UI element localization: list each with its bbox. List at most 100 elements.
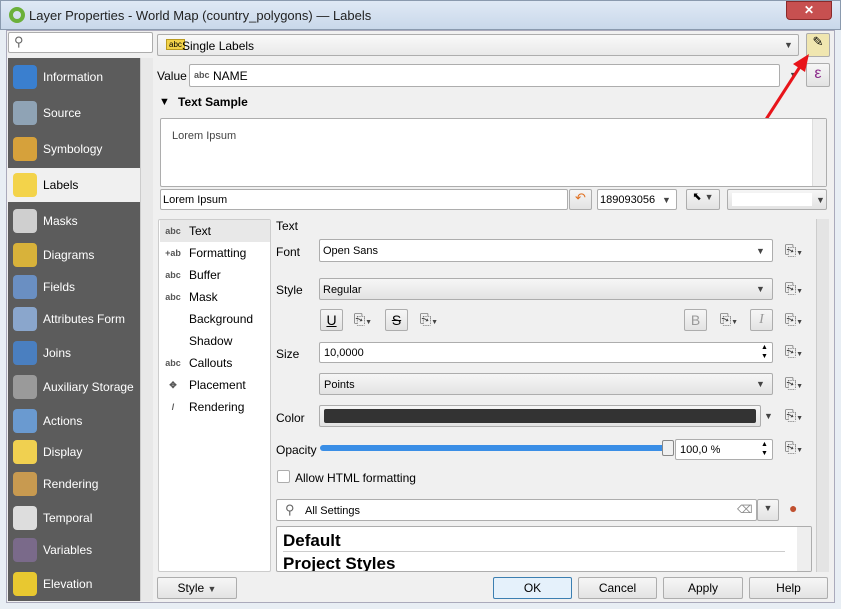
opacity-slider[interactable]	[320, 440, 674, 456]
sidebar-item-diagrams[interactable]: Diagrams	[8, 238, 140, 272]
size-unit-select[interactable]: Points ▼	[319, 373, 773, 395]
color-button[interactable]	[319, 405, 761, 427]
sidebar-item-elevation[interactable]: Elevation	[8, 567, 140, 601]
color-dropdown-icon[interactable]: ▼	[764, 411, 773, 421]
attributes-form-icon	[13, 307, 37, 331]
sidebar-item-fields[interactable]: Fields	[8, 270, 140, 304]
preview-scrollbar[interactable]	[812, 119, 826, 186]
background-icon	[163, 312, 183, 326]
allow-html-checkbox[interactable]	[277, 470, 290, 483]
sidebar-item-temporal[interactable]: Temporal	[8, 501, 140, 535]
data-defined-override-button[interactable]: ⎘▼	[418, 310, 440, 330]
data-defined-override-button[interactable]: ⎘▼	[783, 241, 805, 261]
sidebar-item-label: Auxiliary Storage	[43, 380, 134, 394]
style-filter-dropdown[interactable]: ▼	[757, 499, 779, 521]
clear-icon[interactable]: ⌫	[737, 503, 753, 516]
data-defined-override-button[interactable]: ⎘▼	[783, 406, 805, 426]
temporal-icon	[13, 506, 37, 530]
display-icon	[13, 440, 37, 464]
data-defined-override-button[interactable]: ⎘▼	[352, 310, 374, 330]
style-list-scrollbar[interactable]	[797, 527, 811, 571]
sidebar-item-symbology[interactable]: Symbology	[8, 132, 140, 166]
preview-text: Lorem Ipsum	[172, 130, 237, 142]
sidebar-item-joins[interactable]: Joins	[8, 336, 140, 370]
labels-icon	[13, 173, 37, 197]
sidebar-item-label: Source	[43, 106, 82, 120]
panel-scrollbar[interactable]	[816, 219, 829, 572]
sidebar-item-label: Temporal	[43, 511, 93, 525]
data-defined-override-button[interactable]: ⎘▼	[718, 310, 740, 330]
style-manager-icon[interactable]: ●	[789, 500, 797, 516]
tab-callouts[interactable]: abc Callouts	[160, 352, 270, 374]
tab-placement[interactable]: ✥ Placement	[160, 374, 270, 396]
search-icon: ⚲	[285, 502, 295, 517]
sidebar-item-variables[interactable]: Variables	[8, 533, 140, 567]
sidebar-item-labels[interactable]: Labels	[8, 168, 140, 202]
chevron-down-icon: ▼	[756, 246, 765, 256]
style-list-item[interactable]: Project Styles	[283, 554, 395, 571]
tab-mask[interactable]: abc Mask	[160, 286, 270, 308]
auxiliary-storage-icon	[13, 375, 37, 399]
style-value: Regular	[323, 284, 362, 296]
style-list: Default Project Styles	[276, 526, 812, 572]
scale-select[interactable]: 189093056 ▼	[597, 189, 677, 210]
background-color-button[interactable]: ▼	[727, 189, 827, 210]
scale-picker-button[interactable]: ⬉ ▼	[686, 189, 720, 210]
sidebar-item-actions[interactable]: Actions	[8, 404, 140, 438]
sidebar-item-auxiliary-storage[interactable]: Auxiliary Storage	[8, 370, 140, 404]
opacity-slider-handle[interactable]	[662, 440, 674, 456]
data-defined-override-button[interactable]: ⎘▼	[783, 374, 805, 394]
sidebar-scrollbar[interactable]	[140, 58, 153, 601]
search-input[interactable]: ⚲	[8, 32, 153, 53]
tab-rendering[interactable]: / Rendering	[160, 396, 270, 418]
style-menu-button[interactable]: Style ▼	[157, 577, 237, 599]
tab-label: Callouts	[189, 356, 233, 370]
tab-label: Background	[189, 312, 254, 326]
formatting-icon: +ab	[165, 248, 181, 258]
source-icon	[13, 101, 37, 125]
size-spinbox[interactable]: 10,0000 ▲ ▼	[319, 342, 773, 363]
sidebar-item-masks[interactable]: Masks	[8, 204, 140, 238]
placement-icon: ✎	[812, 34, 824, 49]
sidebar-item-attributes-form[interactable]: Attributes Form	[8, 302, 140, 336]
variables-icon	[13, 538, 37, 562]
opacity-spinbox[interactable]: 100,0 % ▲ ▼	[675, 439, 773, 460]
reset-sample-button[interactable]: ↶	[569, 189, 592, 210]
style-select[interactable]: Regular ▼	[319, 278, 773, 300]
collapse-icon[interactable]: ▼	[159, 96, 170, 108]
tab-formatting[interactable]: +ab Formatting	[160, 242, 270, 264]
tab-shadow[interactable]: Shadow	[160, 330, 270, 352]
value-field-select[interactable]: abc NAME	[189, 64, 780, 87]
cancel-button[interactable]: Cancel	[578, 577, 657, 599]
italic-button[interactable]: I	[750, 309, 773, 331]
underline-button[interactable]: U	[320, 309, 343, 331]
tab-text[interactable]: abc Text	[160, 220, 270, 242]
sidebar-item-label: Elevation	[43, 577, 93, 591]
tab-label: Text	[189, 224, 212, 238]
placement-icon: ✥	[169, 380, 177, 390]
tab-background[interactable]: Background	[160, 308, 270, 330]
close-button[interactable]: ✕	[786, 1, 832, 20]
font-value: Open Sans	[323, 245, 379, 257]
sidebar-item-source[interactable]: Source	[8, 96, 140, 130]
ok-button[interactable]: OK	[493, 577, 572, 599]
apply-button[interactable]: Apply	[663, 577, 743, 599]
style-list-item[interactable]: Default	[283, 531, 785, 552]
font-select[interactable]: Open Sans ▼	[319, 239, 773, 262]
sidebar-item-information[interactable]: Information	[8, 60, 140, 94]
bold-button[interactable]: B	[684, 309, 707, 331]
label-mode-select[interactable]: abc Single Labels ▼	[157, 34, 799, 56]
data-defined-override-button[interactable]: ⎘▼	[783, 310, 805, 330]
help-button[interactable]: Help	[749, 577, 828, 599]
data-defined-override-button[interactable]: ⎘▼	[783, 438, 805, 458]
strikeout-button[interactable]: S	[385, 309, 408, 331]
value-field: NAME	[213, 69, 248, 83]
style-search-input[interactable]: ⚲ All Settings ⌫	[276, 499, 757, 521]
data-defined-override-button[interactable]: ⎘▼	[783, 279, 805, 299]
data-defined-override-button[interactable]: ⎘▼	[783, 342, 805, 362]
sample-text-input[interactable]: Lorem Ipsum	[160, 189, 568, 210]
sidebar-item-rendering[interactable]: Rendering	[8, 467, 140, 501]
sidebar-item-display[interactable]: Display	[8, 435, 140, 469]
tab-buffer[interactable]: abc Buffer	[160, 264, 270, 286]
qgis-logo-icon	[9, 7, 25, 23]
